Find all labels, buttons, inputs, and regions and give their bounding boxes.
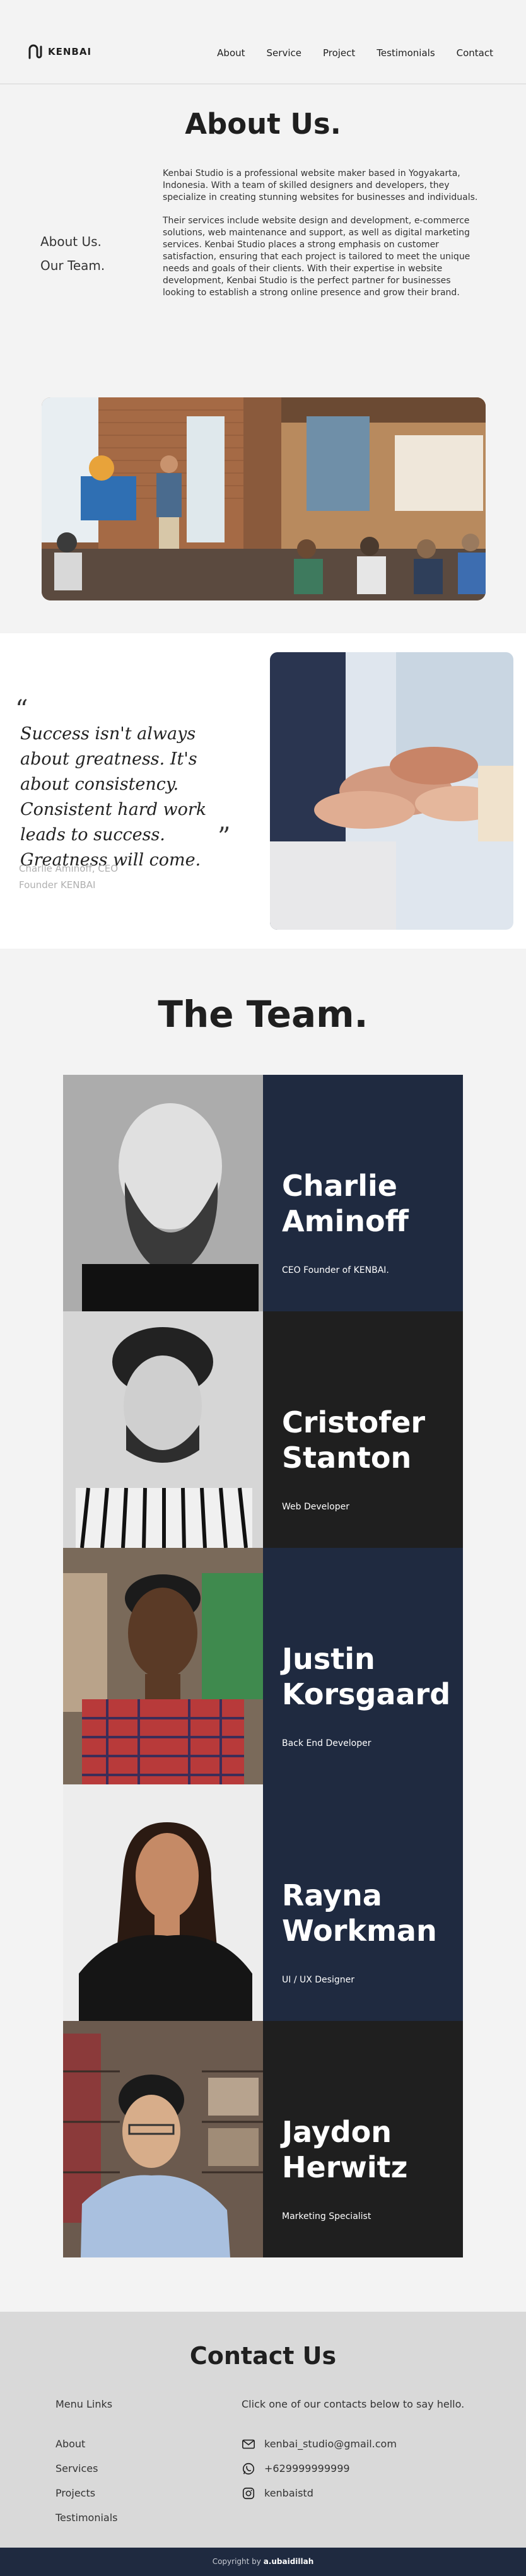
member-portrait-image	[63, 1311, 263, 1548]
quote-section: “ Success isn't always about greatness. …	[0, 633, 526, 949]
site-header: KENBAI About Service Project Testimonial…	[0, 0, 526, 85]
nav-about[interactable]: About	[217, 47, 245, 59]
member-role: Back End Developer	[282, 1738, 371, 1748]
member-info-panel: Justin Korsgaard Back End Developer	[263, 1548, 463, 1784]
contact-email[interactable]: kenbai_studio@gmail.com	[242, 2432, 397, 2456]
copyright-author[interactable]: a.ubaidillah	[264, 2557, 314, 2566]
member-info-panel: Rayna Workman UI / UX Designer	[263, 1784, 463, 2021]
contact-instagram-text: kenbaistd	[264, 2487, 313, 2499]
contact-list: kenbai_studio@gmail.com +629999999999 ke…	[242, 2432, 397, 2505]
quote-text: Success isn't always about greatness. It…	[20, 724, 207, 870]
member-name: Charlie Aminoff	[282, 1169, 409, 1238]
team-grid: Charlie Aminoff CEO Founder of KENBAI. C…	[63, 1075, 463, 2257]
side-link-team[interactable]: Our Team.	[40, 254, 105, 278]
nav-contact[interactable]: Contact	[457, 47, 493, 59]
nav-service[interactable]: Service	[267, 47, 301, 59]
member-portrait-image	[63, 1548, 263, 1784]
teamwork-hands-image	[270, 652, 513, 930]
team-member-card: Justin Korsgaard Back End Developer	[63, 1548, 463, 1784]
member-name: Rayna Workman	[282, 1878, 437, 1948]
about-title: About Us.	[185, 107, 341, 141]
quote-author: Charlie Aminoff, CEO Founder KENBAI	[19, 860, 118, 893]
contact-phone[interactable]: +629999999999	[242, 2456, 397, 2481]
office-meeting-photo	[42, 397, 486, 600]
member-role: CEO Founder of KENBAI.	[282, 1265, 389, 1275]
office-meeting-image	[42, 397, 486, 600]
about-paragraph-1: Kenbai Studio is a professional website …	[163, 168, 478, 202]
quote-author-line-2: Founder KENBAI	[19, 879, 96, 891]
nav-project[interactable]: Project	[323, 47, 355, 59]
team-section: The Team. Charlie Aminoff CEO Founder of…	[0, 949, 526, 2312]
about-section: About Us. About Us. Our Team. Kenbai Stu…	[0, 85, 526, 633]
team-member-card: Rayna Workman UI / UX Designer	[63, 1784, 463, 2021]
member-name: Justin Korsgaard	[282, 1642, 451, 1711]
contact-section: Contact Us Menu Links About Services Pro…	[0, 2312, 526, 2548]
member-info-panel: Cristofer Stanton Web Developer	[263, 1311, 463, 1548]
member-info-panel: Charlie Aminoff CEO Founder of KENBAI.	[263, 1075, 463, 1311]
about-side-links: About Us. Our Team.	[40, 230, 105, 278]
footer-link-services[interactable]: Services	[56, 2456, 118, 2481]
member-portrait-image	[63, 2021, 263, 2257]
member-role: UI / UX Designer	[282, 1975, 354, 1985]
about-description: Kenbai Studio is a professional website …	[163, 168, 483, 310]
member-role: Marketing Specialist	[282, 2211, 371, 2222]
contact-phone-text: +629999999999	[264, 2462, 350, 2474]
member-name: Cristofer Stanton	[282, 1405, 426, 1475]
member-portrait-image	[63, 1075, 263, 1311]
member-photo	[63, 1075, 263, 1311]
quote-close-mark: ”	[218, 823, 231, 852]
team-member-card: Charlie Aminoff CEO Founder of KENBAI.	[63, 1075, 463, 1311]
member-info-panel: Jaydon Herwitz Marketing Specialist	[263, 2021, 463, 2257]
nav-testimonials[interactable]: Testimonials	[377, 47, 435, 59]
quote-author-line-1: Charlie Aminoff, CEO	[19, 863, 119, 874]
member-photo	[63, 1784, 263, 2021]
member-photo	[63, 1311, 263, 1548]
whatsapp-icon	[242, 2462, 255, 2474]
contact-heading: Click one of our contacts below to say h…	[242, 2398, 465, 2410]
team-title: The Team.	[158, 993, 368, 1036]
member-name: Jaydon Herwitz	[282, 2115, 408, 2184]
side-link-about[interactable]: About Us.	[40, 230, 105, 254]
footer-menu-links: About Services Projects Testimonials	[56, 2432, 118, 2530]
member-role: Web Developer	[282, 1502, 349, 1512]
kenbai-logo-icon	[28, 44, 42, 59]
team-member-card: Cristofer Stanton Web Developer	[63, 1311, 463, 1548]
footer-link-about[interactable]: About	[56, 2432, 118, 2456]
logo[interactable]: KENBAI	[26, 43, 91, 61]
copyright-prefix: Copyright by	[212, 2557, 261, 2566]
contact-email-text: kenbai_studio@gmail.com	[264, 2438, 397, 2450]
member-photo	[63, 1548, 263, 1784]
menu-links-heading: Menu Links	[56, 2398, 113, 2410]
instagram-icon	[242, 2487, 255, 2499]
site-footer: Copyright by a.ubaidillah	[0, 2548, 526, 2576]
footer-link-projects[interactable]: Projects	[56, 2481, 118, 2505]
teamwork-hands-photo	[270, 652, 513, 930]
quote-open-mark: “	[15, 695, 28, 724]
team-member-card: Jaydon Herwitz Marketing Specialist	[63, 2021, 463, 2257]
logo-text: KENBAI	[48, 46, 92, 57]
contact-title: Contact Us	[189, 2342, 337, 2370]
footer-link-testimonials[interactable]: Testimonials	[56, 2505, 118, 2530]
mail-icon	[242, 2439, 255, 2449]
about-paragraph-2: Their services include website design an…	[163, 216, 470, 298]
main-nav: About Service Project Testimonials Conta…	[217, 47, 493, 59]
member-portrait-image	[63, 1784, 263, 2021]
contact-instagram[interactable]: kenbaistd	[242, 2481, 397, 2505]
member-photo	[63, 2021, 263, 2257]
